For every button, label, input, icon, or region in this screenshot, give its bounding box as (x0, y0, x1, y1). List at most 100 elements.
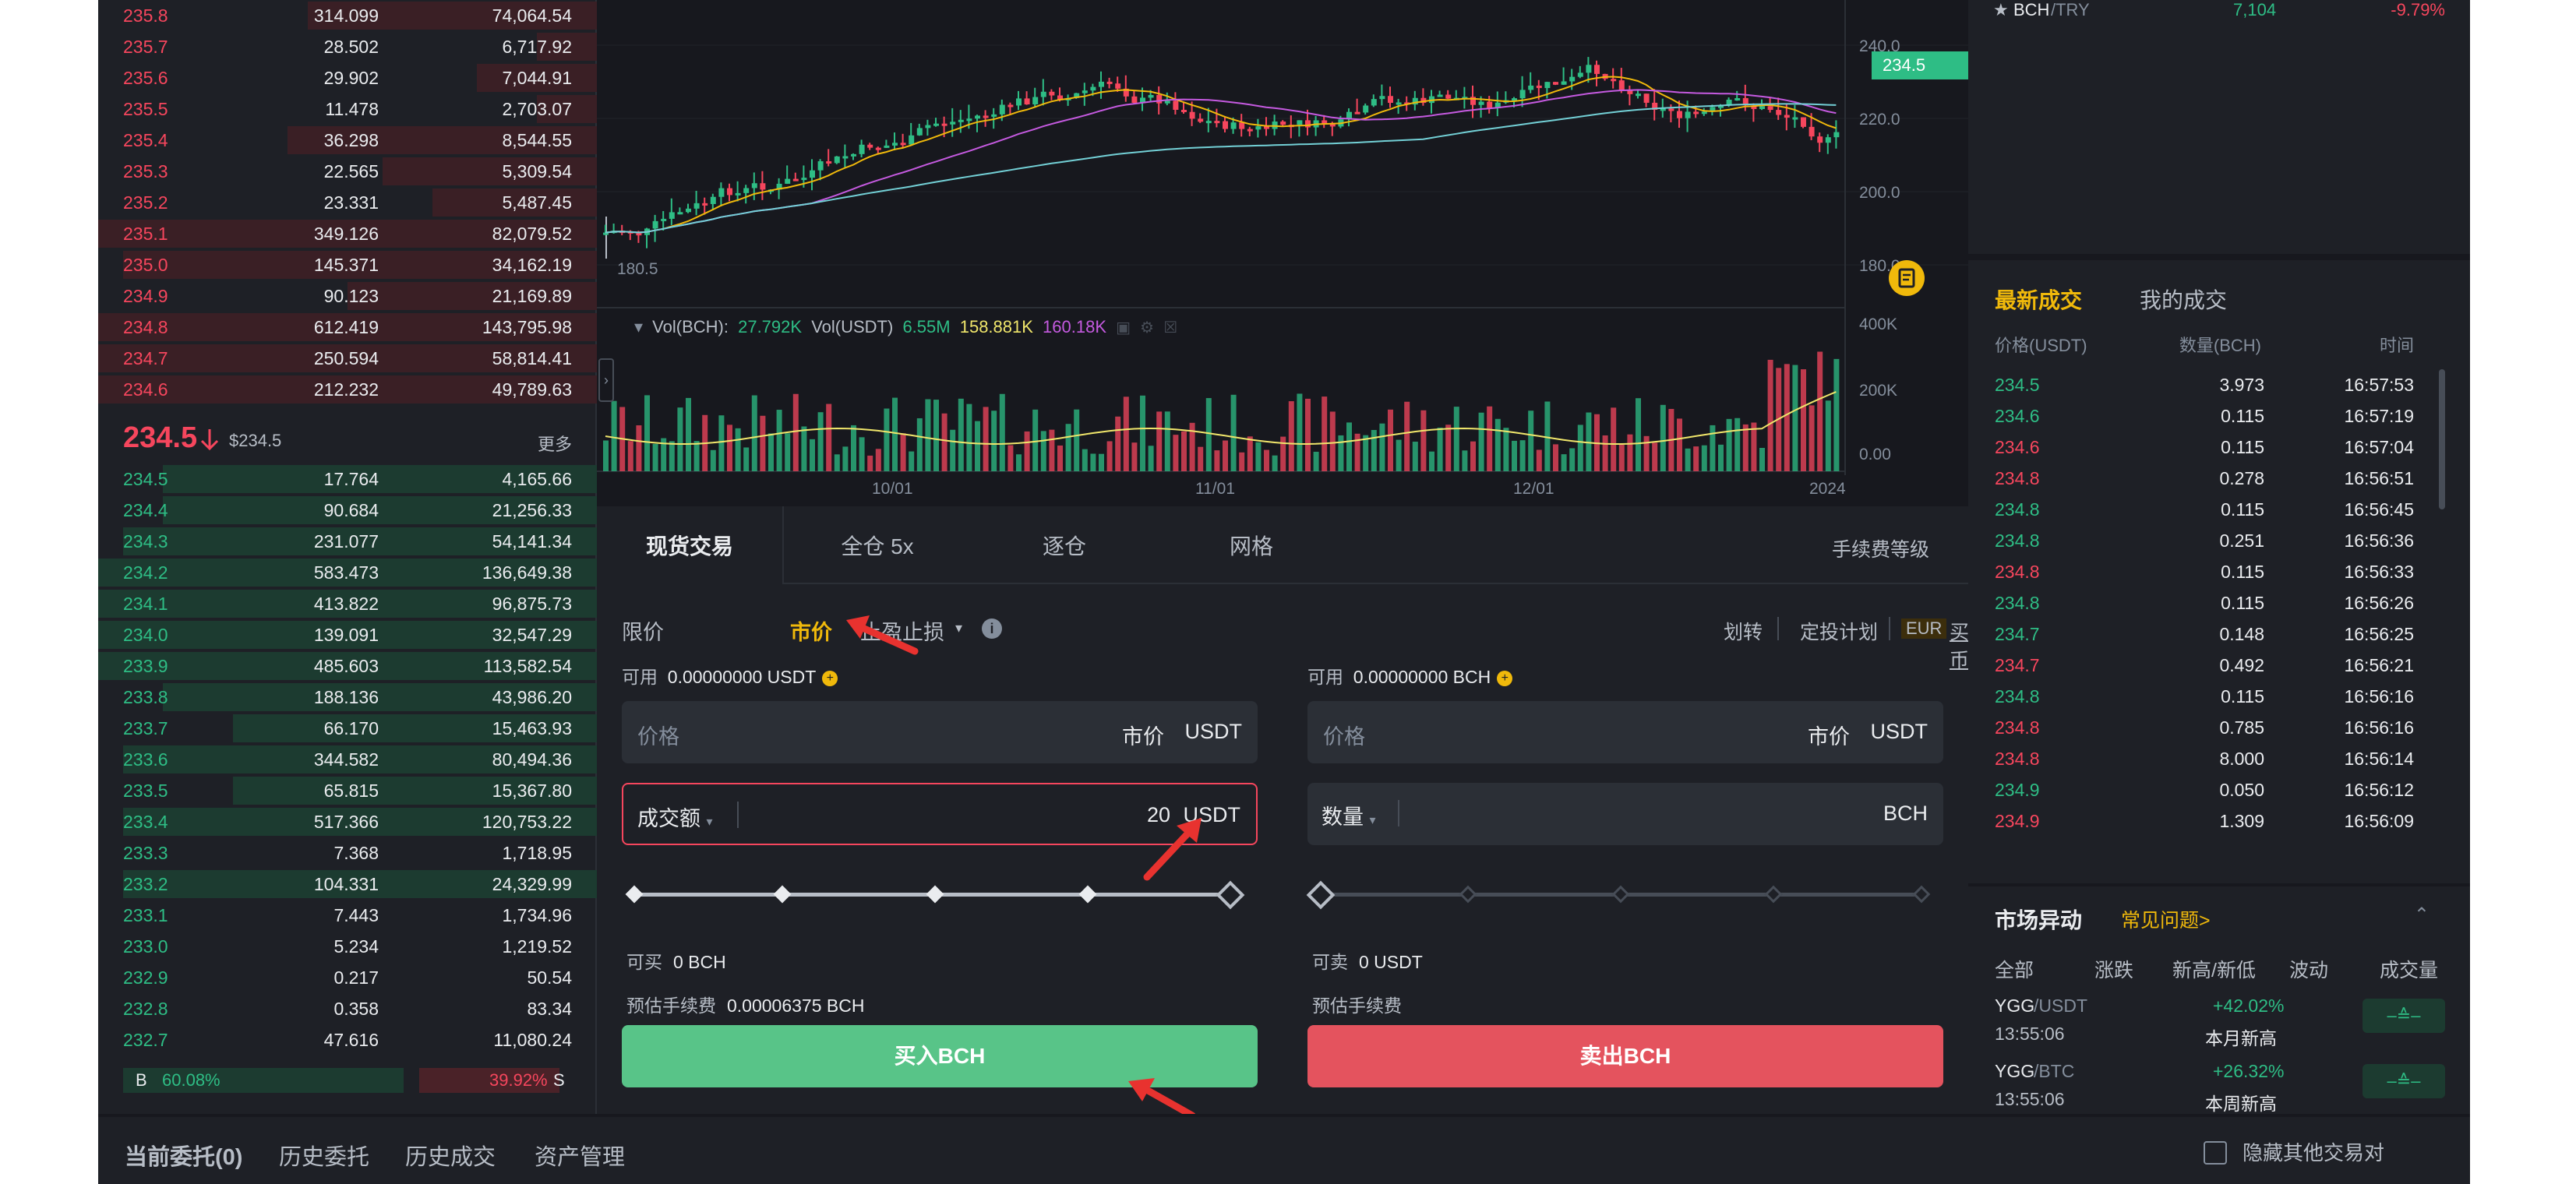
tab-grid[interactable]: 网格 (1158, 506, 1345, 584)
slider-mark-25[interactable] (773, 885, 792, 904)
slider-mark-0[interactable] (625, 885, 644, 904)
slider-handle[interactable] (1306, 880, 1336, 910)
order-book-row[interactable]: 233.1 7.443 1,734.96 (98, 900, 597, 931)
anomaly-tab-change[interactable]: 涨跌 (2094, 955, 2133, 983)
order-book-row[interactable]: 233.3 7.368 1,718.95 (98, 837, 597, 869)
slider-mark-25[interactable] (1459, 885, 1477, 904)
order-book-row[interactable]: 232.7 47.616 11,080.24 (98, 1024, 597, 1055)
tab-spot[interactable]: 现货交易 (597, 506, 784, 584)
fee-level-link[interactable]: 手续费等级 (1832, 534, 1929, 562)
plus-icon[interactable]: + (1497, 671, 1513, 686)
order-type-limit[interactable]: 限价 (622, 615, 664, 646)
candle-body (1032, 97, 1039, 104)
slider-mark-75[interactable] (1764, 885, 1783, 904)
slider-mark-50[interactable] (926, 885, 944, 904)
volume-bar (909, 451, 915, 471)
order-book-row[interactable]: 235.0 145.371 34,162.19 (98, 249, 597, 280)
chevron-down-icon[interactable]: ▾ (955, 620, 962, 636)
tab-assets[interactable]: 资产管理 (535, 1139, 625, 1172)
gear-icon[interactable]: ⚙ (1140, 319, 1154, 337)
anomaly-row[interactable]: YGG /USDT +42.02% 13:55:06 本月新高 –≙– (1968, 995, 2470, 1058)
order-book-row[interactable]: 234.5 17.764 4,165.66 (98, 463, 597, 495)
more-button[interactable]: 更多 (538, 431, 572, 456)
order-book-row[interactable]: 235.4 36.298 8,544.55 (98, 125, 597, 156)
anomaly-quote: /BTC (2034, 1061, 2075, 1081)
order-book-row[interactable]: 233.6 344.582 80,494.36 (98, 744, 597, 775)
star-icon[interactable]: ★ (1993, 0, 2009, 20)
order-type-market[interactable]: 市价 (790, 615, 832, 646)
order-book-row[interactable]: 233.7 66.170 15,463.93 (98, 713, 597, 744)
trade-qty: 0.050 (2219, 780, 2264, 800)
order-book-row[interactable]: 234.1 413.822 96,875.73 (98, 588, 597, 619)
order-book-row[interactable]: 235.3 22.565 5,309.54 (98, 156, 597, 187)
order-book-row[interactable]: 233.5 65.815 15,367.80 (98, 775, 597, 806)
order-book-row[interactable]: 234.6 212.232 49,789.63 (98, 374, 597, 405)
anomaly-tab-volatility[interactable]: 波动 (2289, 955, 2328, 983)
order-book-row[interactable]: 233.2 104.331 24,329.99 (98, 869, 597, 900)
slider-mark-100[interactable] (1912, 885, 1931, 904)
buy-price-field[interactable]: 价格 市价 USDT (622, 701, 1258, 763)
anomaly-time: 13:55:06 (1995, 1089, 2065, 1109)
anomaly-tab-all[interactable]: 全部 (1995, 955, 2034, 983)
sell-amount-mode-select[interactable]: 数量 ▾ (1322, 800, 1376, 830)
sidebar-toggle-button[interactable]: › (598, 358, 614, 402)
transfer-link[interactable]: 划转 (1724, 617, 1763, 645)
order-book-row[interactable]: 234.0 139.091 32,547.29 (98, 619, 597, 650)
market-row[interactable]: ★ BCH /TRY 7,104 -9.79% (1993, 0, 2445, 23)
order-book-row[interactable]: 232.8 0.358 83.34 (98, 993, 597, 1024)
kline-chart[interactable]: 240.0 220.0 200.0 180.0 400K 200K 0.00 10/01 11/… (597, 0, 1968, 506)
order-book-row[interactable]: 235.1 349.126 82,079.52 (98, 218, 597, 249)
sell-percent-slider[interactable] (1306, 879, 1936, 910)
order-book-row[interactable]: 232.9 0.217 50.54 (98, 962, 597, 993)
tab-open-orders[interactable]: 当前委托(0) (125, 1139, 242, 1172)
sell-button[interactable]: 卖出BCH (1307, 1025, 1943, 1087)
trade-qty: 0.115 (2221, 686, 2264, 707)
tab-trade-history[interactable]: 历史成交 (405, 1139, 496, 1172)
order-book-row[interactable]: 235.7 28.502 6,717.92 (98, 31, 597, 62)
order-book-row[interactable]: 235.6 29.902 7,044.91 (98, 62, 597, 93)
checkbox-icon[interactable] (2203, 1141, 2227, 1165)
eye-icon[interactable]: ▣ (1116, 319, 1131, 337)
eur-badge[interactable]: EUR (1901, 618, 1947, 639)
candle-body (1569, 76, 1576, 82)
order-book-row[interactable]: 233.8 188.136 43,986.20 (98, 682, 597, 713)
collapse-triangle-icon[interactable]: ▾ (634, 317, 643, 337)
order-book-row[interactable]: 235.8 314.099 74,064.54 (98, 0, 597, 31)
order-book-row[interactable]: 233.9 485.603 113,582.54 (98, 650, 597, 682)
slider-mark-75[interactable] (1078, 885, 1097, 904)
collapse-icon[interactable]: ⌃ (2414, 904, 2430, 926)
order-book-row[interactable]: 235.5 11.478 2,703.07 (98, 93, 597, 125)
order-book-row[interactable]: 234.4 90.684 21,256.33 (98, 495, 597, 526)
order-price: 233.2 (123, 874, 168, 894)
order-total: 1,718.95 (502, 843, 572, 863)
sell-price-field[interactable]: 价格 市价 USDT (1307, 701, 1943, 763)
dca-plan-link[interactable]: 定投计划 (1800, 617, 1878, 645)
order-book-row[interactable]: 233.0 5.234 1,219.52 (98, 931, 597, 962)
sell-amount-field[interactable]: 数量 ▾ BCH (1307, 783, 1943, 845)
buy-crypto-link[interactable]: 买币 (1950, 617, 1969, 673)
order-book-row[interactable]: 234.7 250.594 58,814.41 (98, 343, 597, 374)
order-book-row[interactable]: 234.3 231.077 54,141.34 (98, 526, 597, 557)
anomaly-tab-high-low[interactable]: 新高/新低 (2172, 955, 2256, 983)
chart-settings-button[interactable] (1889, 260, 1925, 296)
scrollbar[interactable] (2439, 369, 2445, 509)
order-book-row[interactable]: 234.9 90.123 21,169.89 (98, 280, 597, 312)
tab-isolated-margin[interactable]: 逐仓 (971, 506, 1158, 584)
tab-cross-margin[interactable]: 全仓 5x (784, 506, 971, 584)
info-icon[interactable]: i (982, 618, 1002, 639)
order-book-row[interactable]: 234.2 583.473 136,649.38 (98, 557, 597, 588)
hide-other-pairs-checkbox[interactable]: 隐藏其他交易对 (2203, 1137, 2384, 1166)
plus-icon[interactable]: + (822, 671, 838, 686)
close-icon[interactable]: ☒ (1163, 319, 1177, 337)
order-book-row[interactable]: 234.8 612.419 143,795.98 (98, 312, 597, 343)
faq-link[interactable]: 常见问题> (2121, 905, 2211, 933)
order-book-row[interactable]: 233.4 517.366 120,753.22 (98, 806, 597, 837)
slider-handle[interactable] (1216, 880, 1245, 910)
tab-my-trades[interactable]: 我的成交 (2140, 284, 2227, 315)
order-book-row[interactable]: 235.2 23.331 5,487.45 (98, 187, 597, 218)
slider-mark-50[interactable] (1611, 885, 1630, 904)
tab-latest-trades[interactable]: 最新成交 (1995, 284, 2082, 315)
buy-amount-mode-select[interactable]: 成交额 ▾ (637, 802, 713, 832)
tab-order-history[interactable]: 历史委托 (279, 1139, 369, 1172)
anomaly-tab-volume[interactable]: 成交量 (2380, 955, 2438, 983)
